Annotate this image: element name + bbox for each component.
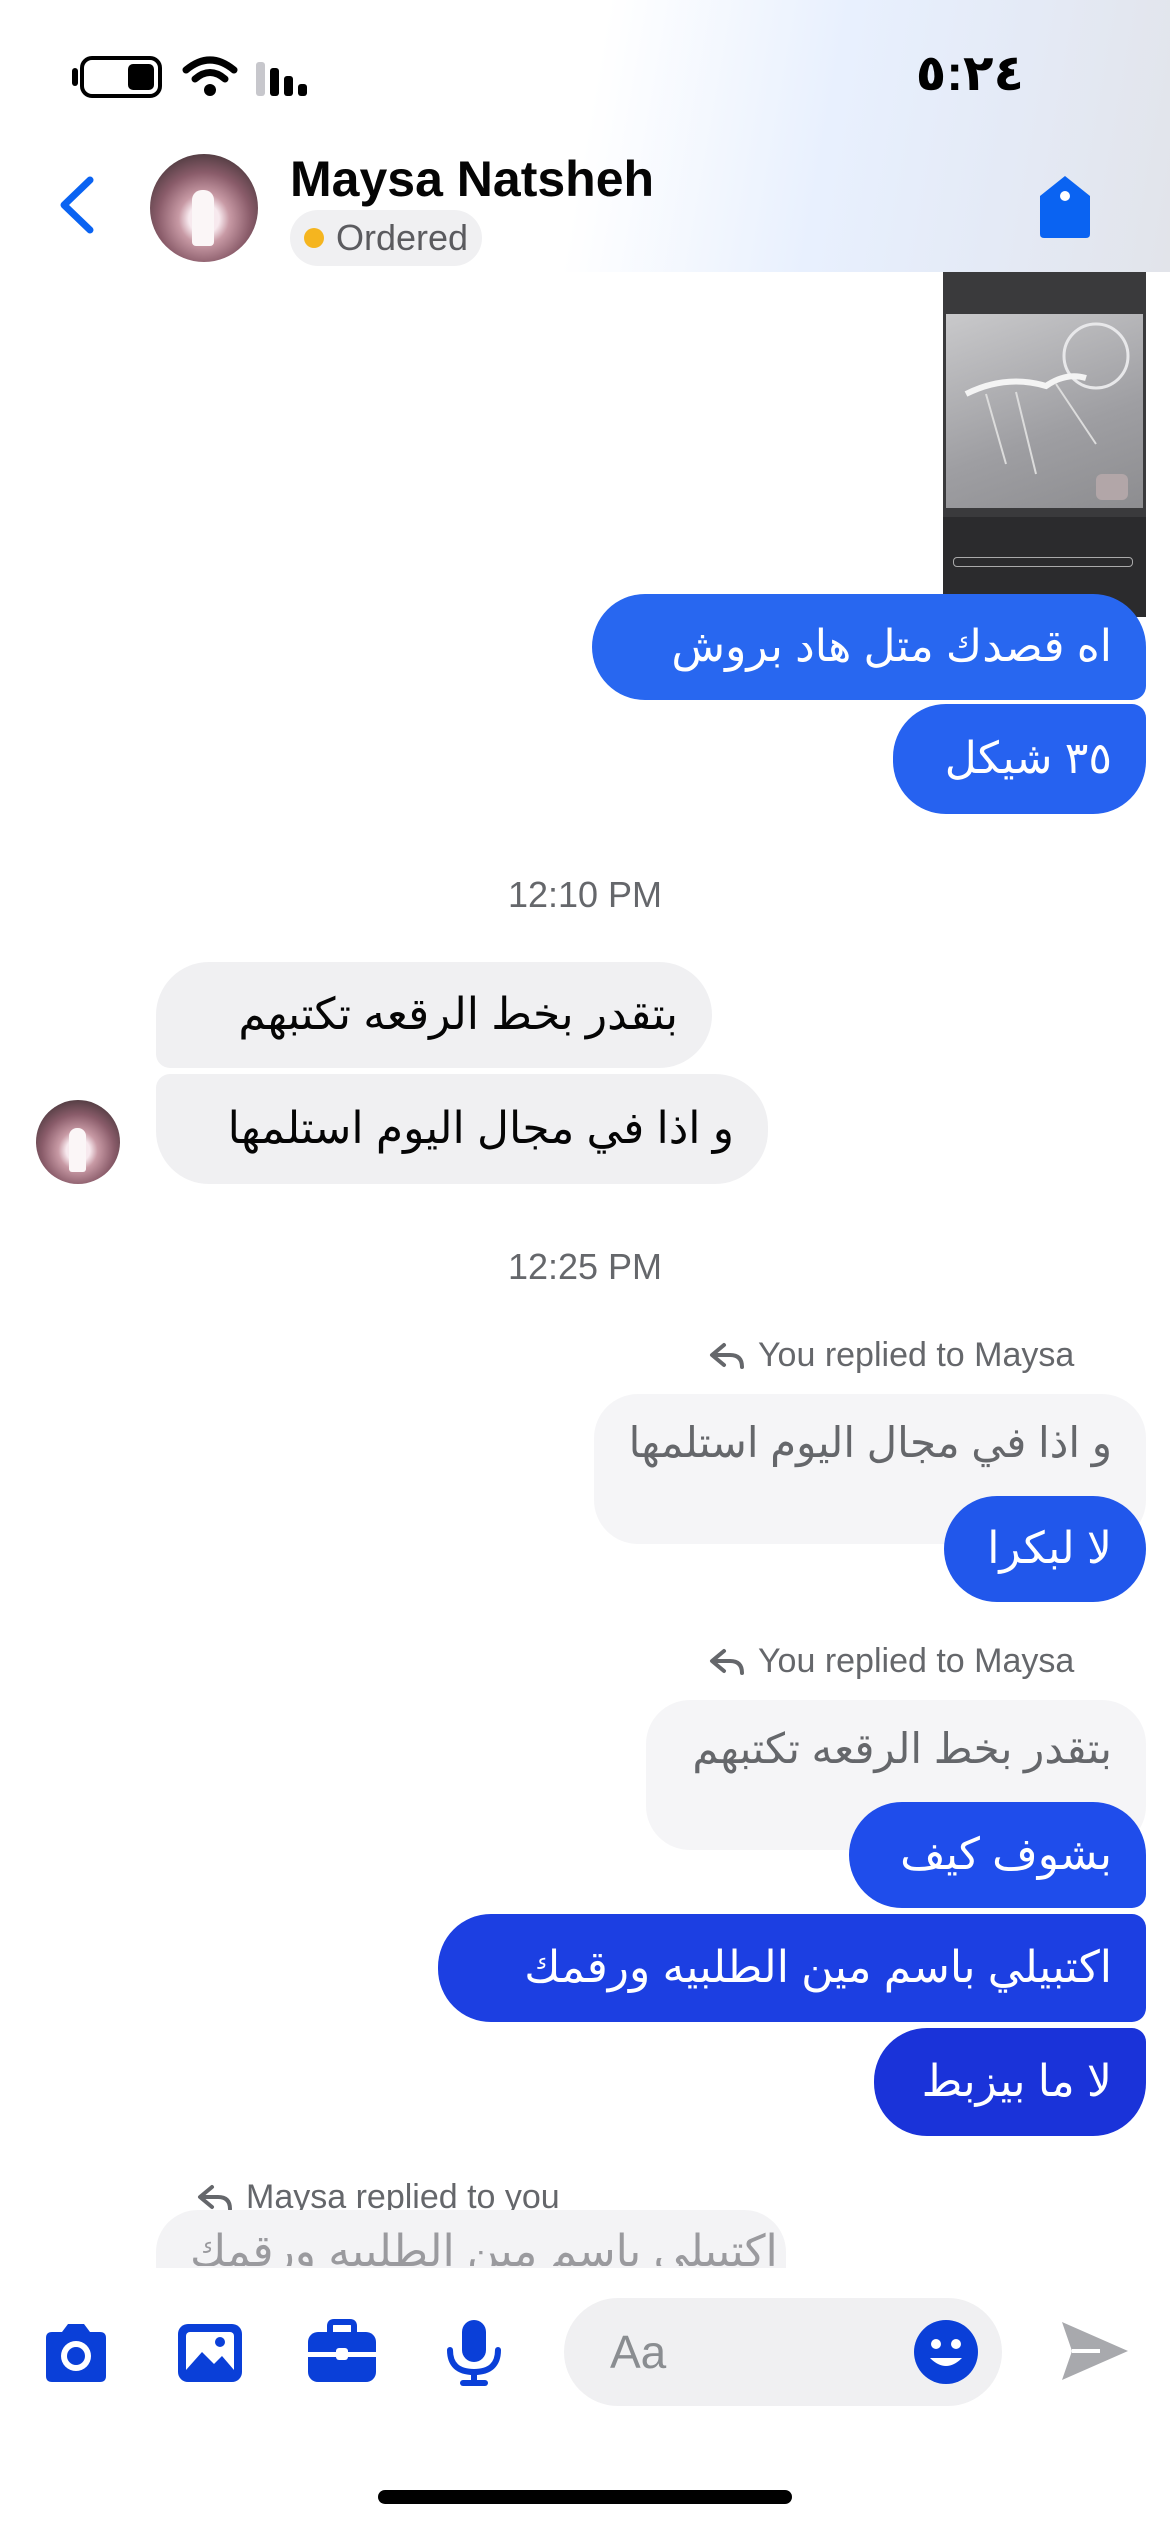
quoted-text: بتقدر بخط الرقعه تكتبهم [692, 1725, 1112, 1772]
status-time: ٥:٢٤ [915, 45, 1024, 101]
home-indicator [378, 2490, 792, 2504]
tag-icon[interactable] [1034, 172, 1096, 242]
reply-arrow-icon [710, 1342, 744, 1369]
message-bubble-outgoing[interactable]: اكتبيلي باسم مين الطلبيه ورقمك [438, 1914, 1146, 2022]
order-status-badge[interactable]: Ordered [290, 210, 483, 266]
brooch-photo [946, 314, 1143, 508]
image-attachment[interactable] [943, 272, 1146, 617]
caption-bar [953, 557, 1133, 567]
back-chevron-icon[interactable] [50, 170, 110, 240]
message-bubble-outgoing[interactable]: ٣٥ شيكل [893, 704, 1146, 814]
message-bubble-outgoing[interactable]: لا ما بيزبط [874, 2028, 1146, 2136]
status-dot-icon [304, 228, 324, 248]
message-text: و اذا في مجال اليوم استلمها [227, 1103, 734, 1153]
sender-avatar[interactable] [36, 1100, 120, 1184]
message-text: اكتبيلي باسم مين الطلبيه ورقمك [524, 1942, 1112, 1992]
reply-context-label: You replied to Maysa [708, 1642, 1074, 1681]
quoted-text: و اذا في مجال اليوم استلمها [628, 1419, 1112, 1466]
briefcase-icon[interactable] [304, 2318, 380, 2388]
cellular-signal-icon [256, 62, 307, 96]
gallery-icon[interactable] [172, 2318, 248, 2388]
reply-label-text: You replied to Maysa [758, 1336, 1075, 1374]
timestamp: 12:25 PM [507, 1246, 663, 1287]
battery-nub [72, 68, 78, 86]
reply-label-text: You replied to Maysa [758, 1642, 1075, 1680]
message-text: ٣٥ شيكل [944, 733, 1112, 783]
message-input-container[interactable] [564, 2298, 1002, 2406]
camera-icon[interactable] [38, 2318, 114, 2388]
reply-arrow-icon [198, 2184, 232, 2211]
message-text: لا لبكرا [987, 1523, 1112, 1573]
message-text: بشوف كيف [900, 1829, 1112, 1879]
contact-avatar[interactable] [150, 154, 258, 262]
quoted-text-partial: اكتبيلي باسم مين الطلبيه ورقمك [190, 2227, 778, 2266]
message-text: لا ما بيزبط [921, 2056, 1112, 2106]
contact-name[interactable]: Maysa Natsheh [290, 150, 654, 208]
microphone-icon[interactable] [436, 2318, 512, 2388]
reply-arrow-icon [710, 1648, 744, 1675]
message-text: بتقدر بخط الرقعه تكتبهم [238, 989, 678, 1039]
message-input[interactable] [610, 2322, 890, 2382]
message-bubble-incoming[interactable]: و اذا في مجال اليوم استلمها [156, 1074, 768, 1184]
message-bubble-incoming[interactable]: بتقدر بخط الرقعه تكتبهم [156, 962, 712, 1068]
send-icon[interactable] [1056, 2316, 1132, 2386]
reply-context-label: You replied to Maysa [708, 1336, 1074, 1375]
message-bubble-outgoing[interactable]: لا لبكرا [944, 1496, 1146, 1602]
message-bubble-outgoing[interactable]: بشوف كيف [849, 1802, 1146, 1908]
brooch-drawing [964, 322, 1130, 500]
timestamp: 12:10 PM [507, 874, 663, 915]
message-bubble-outgoing[interactable]: اه قصدك متل هاد بروش [592, 594, 1146, 700]
message-text: اه قصدك متل هاد بروش [671, 621, 1112, 671]
battery-icon [80, 56, 162, 98]
emoji-icon[interactable] [912, 2318, 980, 2386]
status-bar: ٥:٢٤ [0, 0, 1170, 150]
wifi-icon [182, 56, 238, 96]
order-status-label: Ordered [336, 217, 469, 258]
